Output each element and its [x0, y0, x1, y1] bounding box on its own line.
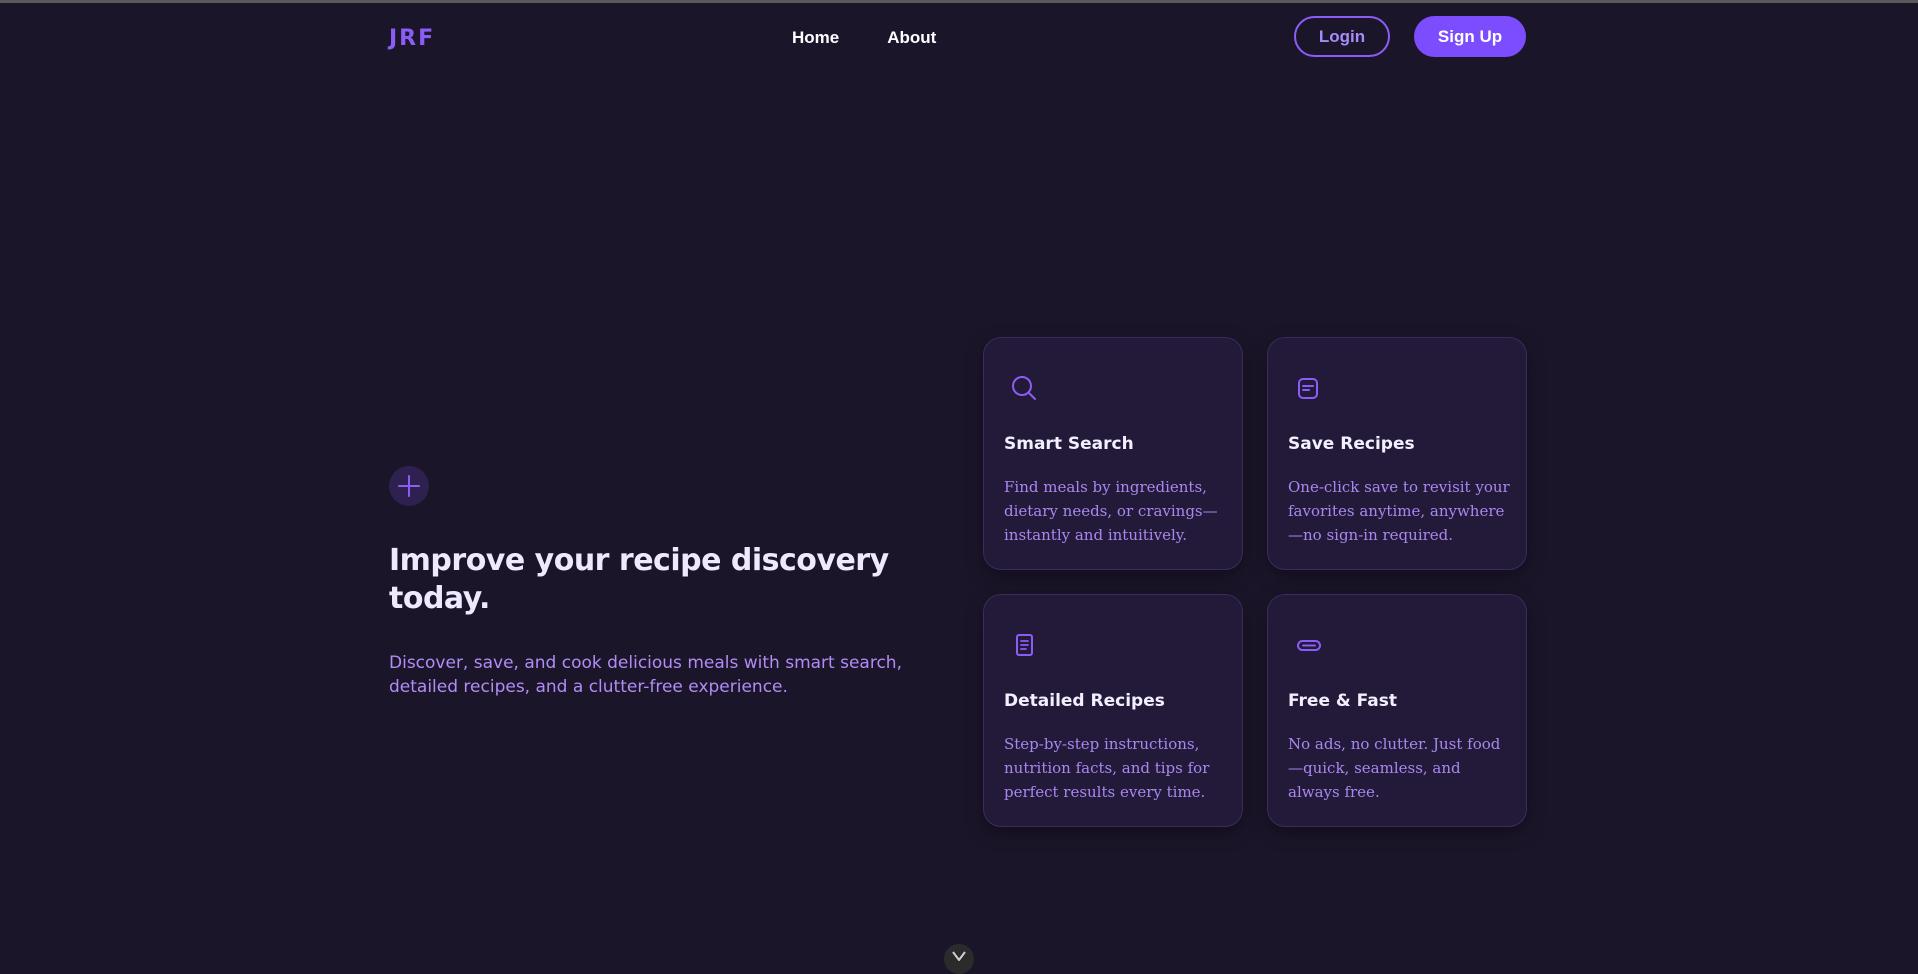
feature-title: Detailed Recipes [1004, 691, 1165, 711]
browser-top-border [0, 0, 1918, 3]
feature-description: One-click save to revisit your favorites… [1288, 478, 1510, 544]
feature-card-smart-search: Smart Search Find meals by ingredients, … [983, 337, 1243, 570]
bookmark-note-icon [1294, 374, 1324, 404]
feature-description: Find meals by ingredients, dietary needs… [1004, 478, 1218, 544]
feature-description: No ads, no clutter. Just food—quick, sea… [1288, 735, 1501, 801]
nav-link-home[interactable]: Home [792, 28, 839, 48]
nav-link-about[interactable]: About [887, 28, 936, 48]
chevron-down-icon[interactable] [944, 944, 974, 974]
hero-subtitle: Discover, save, and cook delicious meals… [389, 653, 902, 697]
signup-button[interactable]: Sign Up [1414, 16, 1526, 57]
feature-card-free-fast: Free & Fast No ads, no clutter. Just foo… [1267, 594, 1527, 827]
login-button[interactable]: Login [1294, 16, 1390, 57]
main-nav: Home About [792, 28, 936, 48]
feature-description: Step-by-step instructions, nutrition fac… [1004, 735, 1210, 801]
feature-card-detailed-recipes: Detailed Recipes Step-by-step instructio… [983, 594, 1243, 827]
hero-title: Improve your recipe discovery today. [389, 543, 889, 616]
document-icon [1010, 631, 1040, 661]
search-icon [1010, 374, 1040, 404]
link-icon [1294, 631, 1324, 661]
feature-title: Smart Search [1004, 434, 1134, 454]
feature-title: Free & Fast [1288, 691, 1397, 711]
feature-title: Save Recipes [1288, 434, 1415, 454]
feature-card-save-recipes: Save Recipes One-click save to revisit y… [1267, 337, 1527, 570]
plus-icon [389, 466, 429, 506]
brand-logo[interactable]: JRF [389, 26, 435, 51]
